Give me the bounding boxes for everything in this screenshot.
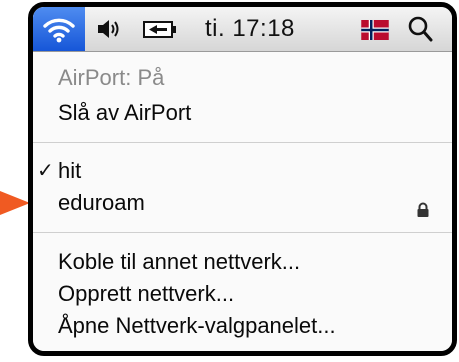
- airport-dropdown-menu: AirPort: På Slå av AirPort ✓ hit eduroam…: [33, 52, 452, 351]
- pointer-arrow: [0, 185, 30, 226]
- network-item-hit[interactable]: ✓ hit: [33, 155, 452, 187]
- menu-bar: ti. 17:18: [33, 7, 452, 52]
- create-network-label: Opprett nettverk...: [58, 281, 235, 306]
- join-other-network-label: Koble til annet nettverk...: [58, 249, 301, 274]
- menu-separator: [33, 142, 452, 143]
- spotlight-search-icon[interactable]: [407, 15, 433, 48]
- network-name: eduroam: [58, 190, 145, 215]
- turn-off-airport-item[interactable]: Slå av AirPort: [33, 97, 452, 129]
- speaker-icon[interactable]: [97, 18, 123, 45]
- airport-menu-window: ti. 17:18 AirPort: På Slå av AirPort ✓ h…: [28, 2, 457, 356]
- network-name: hit: [58, 158, 82, 183]
- menu-separator: [33, 232, 452, 233]
- menubar-clock[interactable]: ti. 17:18: [205, 15, 295, 43]
- airport-status-label: AirPort: På: [58, 65, 165, 90]
- wifi-menu-extra[interactable]: [33, 7, 85, 51]
- open-network-preferences-item[interactable]: Åpne Nettverk-valgpanelet...: [33, 310, 452, 342]
- create-network-item[interactable]: Opprett nettverk...: [33, 278, 452, 310]
- network-item-eduroam[interactable]: eduroam: [33, 187, 452, 219]
- airport-status-item: AirPort: På: [33, 62, 452, 94]
- checkmark-icon: ✓: [37, 160, 54, 182]
- join-other-network-item[interactable]: Koble til annet nettverk...: [33, 246, 452, 278]
- norway-flag-icon[interactable]: [360, 20, 390, 45]
- battery-icon[interactable]: [143, 20, 179, 45]
- open-network-preferences-label: Åpne Nettverk-valgpanelet...: [58, 313, 336, 338]
- lock-icon: [416, 195, 430, 227]
- turn-off-airport-label: Slå av AirPort: [58, 100, 192, 125]
- wifi-icon: [43, 18, 75, 43]
